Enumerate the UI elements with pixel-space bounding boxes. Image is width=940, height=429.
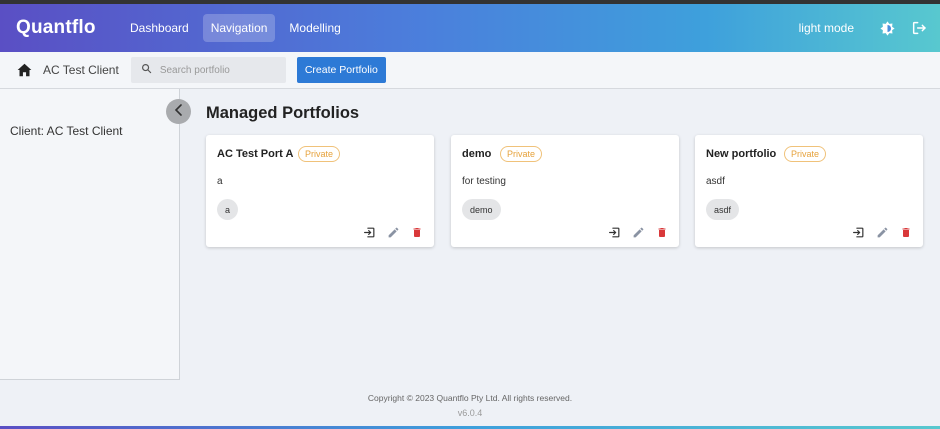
brand-logo[interactable]: Quantflo — [16, 17, 120, 39]
privacy-badge: Private — [500, 146, 543, 162]
open-portfolio-icon[interactable] — [851, 225, 865, 239]
edit-icon[interactable] — [631, 225, 645, 239]
card-actions — [597, 225, 669, 239]
logout-icon[interactable] — [910, 19, 928, 37]
card-actions — [352, 225, 424, 239]
edit-icon[interactable] — [875, 225, 889, 239]
portfolio-tag: asdf — [706, 199, 740, 220]
sidebar-client-label: Client: AC Test Client — [10, 124, 123, 138]
nav-modelling[interactable]: Modelling — [281, 14, 348, 42]
home-icon[interactable] — [17, 62, 33, 78]
search-icon — [141, 61, 152, 79]
portfolio-card[interactable]: demo Private for testing demo — [451, 135, 679, 247]
portfolio-title: New portfolio — [706, 148, 777, 160]
search-box[interactable] — [130, 57, 286, 83]
sidebar: Client: AC Test Client — [0, 89, 180, 380]
open-portfolio-icon[interactable] — [607, 225, 621, 239]
page-title: Managed Portfolios — [206, 104, 360, 122]
header-actions: light mode — [799, 4, 928, 52]
portfolio-title: demo — [462, 148, 492, 160]
privacy-badge: Private — [784, 146, 827, 162]
brightness-icon[interactable] — [878, 19, 896, 37]
delete-icon[interactable] — [655, 225, 669, 239]
card-actions — [841, 225, 913, 239]
delete-icon[interactable] — [410, 225, 424, 239]
portfolio-title: AC Test Port A — [217, 148, 294, 160]
portfolio-tag: a — [217, 199, 239, 220]
portfolio-description: for testing — [462, 176, 506, 187]
portfolio-description: a — [217, 176, 223, 187]
portfolio-card[interactable]: New portfolio Private asdf asdf — [695, 135, 923, 247]
privacy-badge: Private — [298, 146, 341, 162]
sidebar-collapse-button[interactable] — [166, 99, 191, 124]
theme-mode-label[interactable]: light mode — [799, 21, 854, 35]
portfolio-description: asdf — [706, 176, 725, 187]
client-toolbar: AC Test Client Create Portfolio — [0, 52, 940, 89]
portfolio-tag: demo — [462, 199, 501, 220]
main-nav: Dashboard Navigation Modelling — [122, 14, 355, 42]
chevron-left-icon — [174, 103, 184, 121]
portfolio-card[interactable]: AC Test Port A Private a a — [206, 135, 434, 247]
delete-icon[interactable] — [899, 225, 913, 239]
app-header: Quantflo Dashboard Navigation Modelling … — [0, 4, 940, 52]
create-portfolio-button[interactable]: Create Portfolio — [296, 57, 386, 83]
nav-navigation[interactable]: Navigation — [202, 14, 276, 42]
edit-icon[interactable] — [386, 225, 400, 239]
nav-dashboard[interactable]: Dashboard — [122, 14, 197, 42]
search-input[interactable] — [159, 64, 280, 76]
footer-copyright: Copyright © 2023 Quantflo Pty Ltd. All r… — [367, 393, 573, 403]
footer-version: v6.0.4 — [457, 408, 483, 418]
open-portfolio-icon[interactable] — [362, 225, 376, 239]
client-name: AC Test Client — [43, 63, 119, 77]
